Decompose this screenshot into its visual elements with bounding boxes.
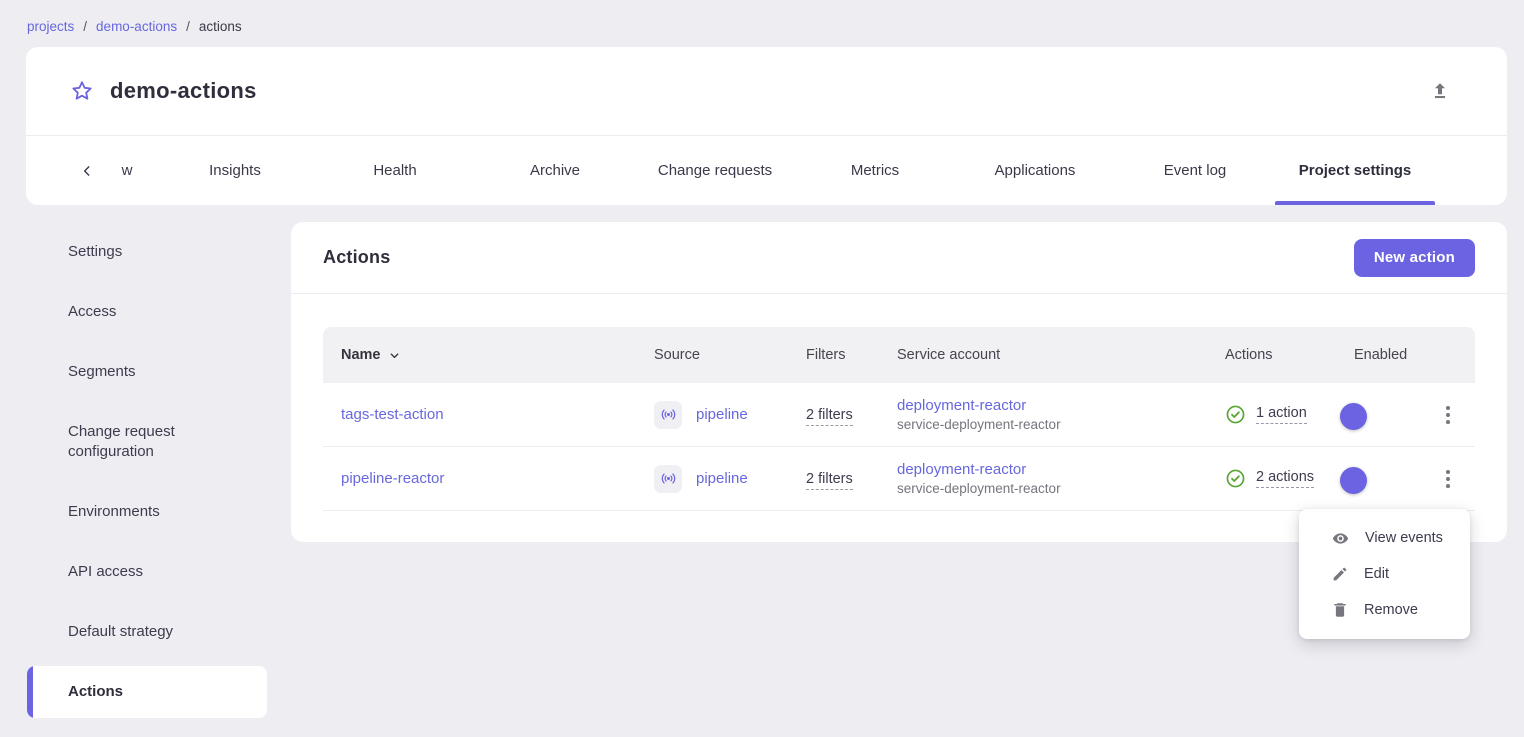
breadcrumb-current: actions — [199, 19, 242, 34]
eye-icon — [1331, 529, 1350, 548]
column-header-service-account: Service account — [879, 347, 1207, 363]
sidebar-item-change-request-configuration[interactable]: Change request configuration — [27, 402, 267, 482]
signal-icon — [654, 401, 682, 429]
breadcrumb-separator: / — [186, 19, 190, 34]
actions-panel-body: Name Source Filters Service account Acti… — [291, 294, 1507, 542]
tab-insights[interactable]: Insights — [155, 136, 315, 205]
menu-item-remove[interactable]: Remove — [1299, 592, 1470, 628]
filters-cell: 2 filters — [788, 407, 879, 423]
column-header-name[interactable]: Name — [323, 347, 636, 363]
menu-item-edit[interactable]: Edit — [1299, 556, 1470, 592]
sidebar-item-settings[interactable]: Settings — [27, 222, 267, 282]
actions-panel-header: Actions New action — [291, 222, 1507, 294]
row-menu-cell — [1434, 401, 1475, 429]
service-account-secondary: service-deployment-reactor — [897, 481, 1207, 496]
check-circle-icon — [1225, 468, 1246, 489]
pencil-icon — [1331, 565, 1349, 583]
sidebar-item-api-access[interactable]: API access — [27, 542, 267, 602]
tab-metrics[interactable]: Metrics — [795, 136, 955, 205]
row-menu-cell — [1434, 465, 1475, 493]
table-row: pipeline-reactor pipeline 2 filters — [323, 447, 1475, 511]
settings-sidebar: Settings Access Segments Change request … — [27, 222, 267, 722]
source-link[interactable]: pipeline — [696, 406, 748, 423]
kebab-menu-icon[interactable] — [1434, 465, 1462, 493]
tab-change-requests[interactable]: Change requests — [635, 136, 795, 205]
sidebar-item-segments[interactable]: Segments — [27, 342, 267, 402]
breadcrumb-separator: / — [83, 19, 87, 34]
service-account-secondary: service-deployment-reactor — [897, 417, 1207, 432]
actions-table: Name Source Filters Service account Acti… — [323, 327, 1475, 511]
service-account-link[interactable]: deployment-reactor — [897, 461, 1207, 478]
favorite-star-icon[interactable] — [70, 79, 94, 103]
row-context-menu: View events Edit Remove — [1299, 509, 1470, 639]
breadcrumb: projects / demo-actions / actions — [0, 0, 1524, 47]
toggle-thumb — [1340, 467, 1367, 494]
actions-count-cell: 1 action — [1207, 404, 1336, 425]
project-header-row: demo-actions — [26, 47, 1507, 135]
sidebar-item-access[interactable]: Access — [27, 282, 267, 342]
service-account-link[interactable]: deployment-reactor — [897, 397, 1207, 414]
action-name-link[interactable]: pipeline-reactor — [341, 470, 444, 487]
service-account-cell: deployment-reactor service-deployment-re… — [879, 397, 1207, 432]
panel-title: Actions — [323, 247, 390, 268]
new-action-button[interactable]: New action — [1354, 239, 1475, 277]
chevron-left-icon[interactable] — [75, 136, 99, 205]
upload-icon[interactable] — [1429, 80, 1451, 102]
sidebar-item-environments[interactable]: Environments — [27, 482, 267, 542]
column-header-enabled: Enabled — [1336, 347, 1434, 363]
source-cell: pipeline — [636, 401, 788, 429]
action-name-link[interactable]: tags-test-action — [341, 406, 444, 423]
menu-item-view-events[interactable]: View events — [1299, 520, 1470, 556]
breadcrumb-link-demo-actions[interactable]: demo-actions — [96, 19, 177, 34]
project-header-card: demo-actions w Insights Health Archive C… — [26, 47, 1507, 205]
actions-panel: Actions New action Name Source — [291, 222, 1507, 542]
tab-overview-truncated[interactable]: w — [99, 136, 155, 205]
column-header-filters: Filters — [788, 347, 879, 363]
kebab-menu-icon[interactable] — [1434, 401, 1462, 429]
enabled-cell — [1336, 471, 1434, 487]
tab-applications[interactable]: Applications — [955, 136, 1115, 205]
sidebar-item-default-strategy[interactable]: Default strategy — [27, 602, 267, 662]
table-header-row: Name Source Filters Service account Acti… — [323, 327, 1475, 383]
action-name-cell: pipeline-reactor — [323, 470, 636, 487]
enabled-cell — [1336, 407, 1434, 423]
page-title: demo-actions — [110, 78, 257, 104]
action-name-cell: tags-test-action — [323, 406, 636, 423]
menu-item-label: Remove — [1364, 602, 1418, 618]
trash-icon — [1331, 601, 1349, 619]
table-row: tags-test-action pipeline 2 filters — [323, 383, 1475, 447]
tab-event-log[interactable]: Event log — [1115, 136, 1275, 205]
breadcrumb-link-projects[interactable]: projects — [27, 19, 74, 34]
source-cell: pipeline — [636, 465, 788, 493]
tab-archive[interactable]: Archive — [475, 136, 635, 205]
menu-item-label: Edit — [1364, 566, 1389, 582]
filters-count[interactable]: 2 filters — [806, 471, 853, 490]
actions-count-cell: 2 actions — [1207, 468, 1336, 489]
service-account-cell: deployment-reactor service-deployment-re… — [879, 461, 1207, 496]
signal-icon — [654, 465, 682, 493]
tab-health[interactable]: Health — [315, 136, 475, 205]
filters-count[interactable]: 2 filters — [806, 407, 853, 426]
actions-count[interactable]: 2 actions — [1256, 469, 1314, 488]
column-header-actions: Actions — [1207, 347, 1336, 363]
column-header-name-label: Name — [341, 347, 381, 363]
toggle-thumb — [1340, 403, 1367, 430]
column-header-source: Source — [636, 347, 788, 363]
sidebar-item-actions[interactable]: Actions — [27, 666, 267, 718]
source-link[interactable]: pipeline — [696, 470, 748, 487]
filters-cell: 2 filters — [788, 471, 879, 487]
check-circle-icon — [1225, 404, 1246, 425]
project-tab-bar: w Insights Health Archive Change request… — [26, 135, 1507, 205]
tab-project-settings[interactable]: Project settings — [1275, 136, 1435, 205]
actions-count[interactable]: 1 action — [1256, 405, 1307, 424]
menu-item-label: View events — [1365, 530, 1443, 546]
chevron-down-icon — [388, 349, 401, 362]
content-area: Settings Access Segments Change request … — [27, 222, 1507, 722]
